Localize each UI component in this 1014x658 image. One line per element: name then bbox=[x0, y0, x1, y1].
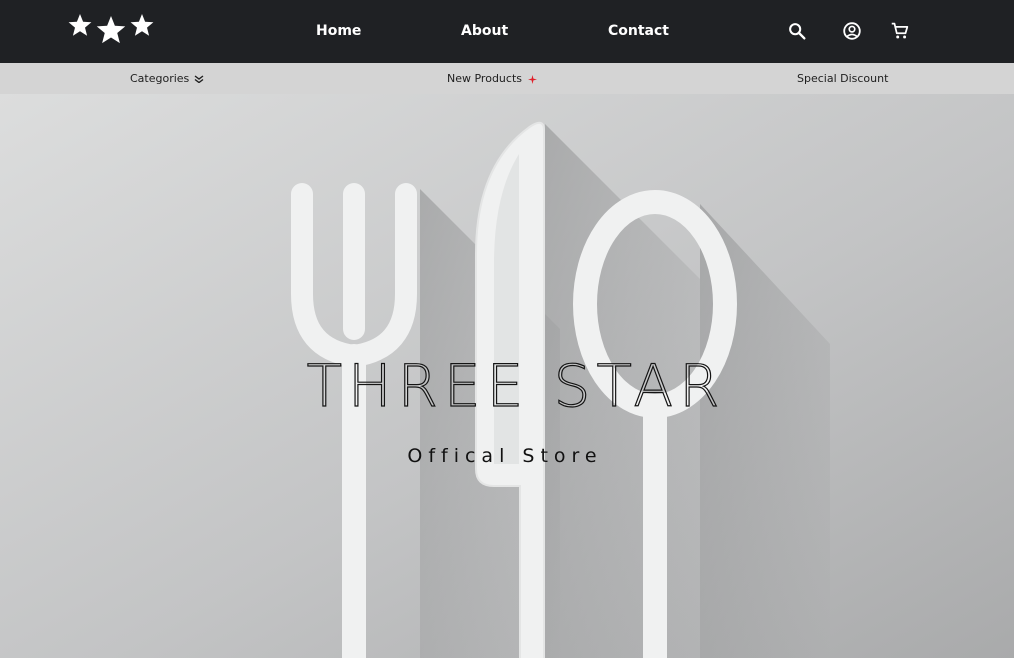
three-stars-logo-icon[interactable] bbox=[64, 10, 160, 50]
special-discount-link[interactable]: Special Discount bbox=[797, 72, 888, 86]
cart-icon[interactable] bbox=[889, 20, 911, 42]
secondary-navigation-bar: Categories New Products Special Discount bbox=[0, 63, 1014, 94]
brand-title: THREE STAR bbox=[306, 352, 726, 420]
nav-contact-link[interactable]: Contact bbox=[608, 22, 669, 40]
sparkle-icon bbox=[528, 74, 537, 84]
new-products-label: New Products bbox=[447, 72, 522, 85]
search-icon[interactable] bbox=[786, 20, 808, 42]
hero-banner: THREE STAR Offical Store bbox=[0, 94, 1014, 658]
categories-menu[interactable]: Categories bbox=[130, 72, 204, 86]
top-navigation-bar: Home About Contact bbox=[0, 0, 1014, 63]
account-circle-icon[interactable] bbox=[841, 20, 863, 42]
nav-about-link[interactable]: About bbox=[461, 22, 508, 40]
double-chevron-down-icon bbox=[194, 75, 204, 83]
categories-label: Categories bbox=[130, 72, 190, 85]
new-products-link[interactable]: New Products bbox=[447, 72, 537, 86]
brand-tagline: Offical Store bbox=[407, 445, 603, 467]
nav-home-link[interactable]: Home bbox=[316, 22, 361, 40]
